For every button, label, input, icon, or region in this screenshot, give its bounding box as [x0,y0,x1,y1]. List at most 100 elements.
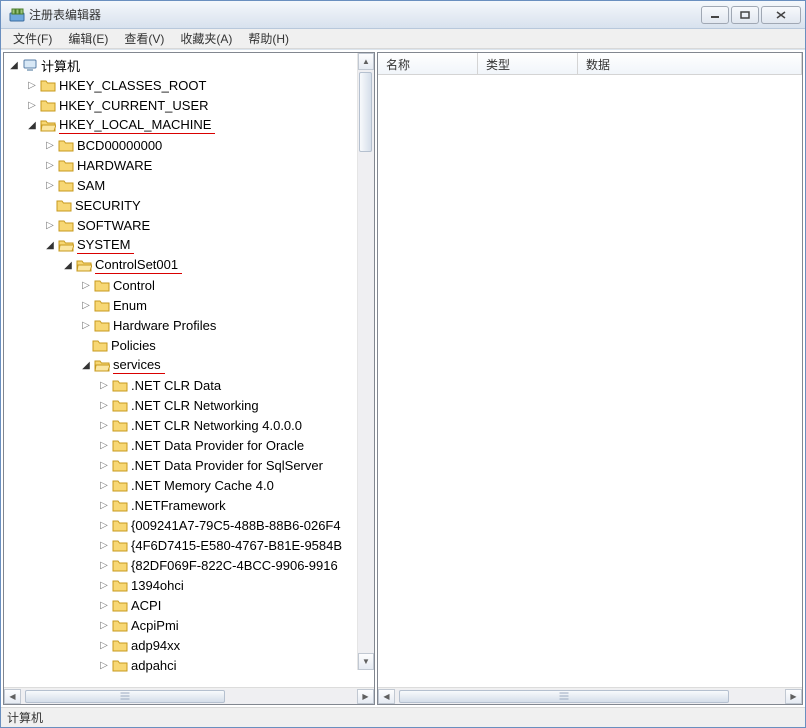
expander-icon[interactable]: ▷ [80,279,92,291]
menu-edit[interactable]: 编辑(E) [60,28,116,49]
expander-icon[interactable]: ▷ [98,659,110,671]
menu-view[interactable]: 查看(V) [116,28,172,49]
tree-node-hkcr[interactable]: ▷ HKEY_CLASSES_ROOT [4,75,357,95]
expander-icon[interactable]: ◢ [80,359,92,371]
tree-label: SOFTWARE [77,217,150,234]
tree-node-controlset001[interactable]: ◢ ControlSet001 [4,255,357,275]
tree-node-service[interactable]: ▷.NET Data Provider for SqlServer [4,455,357,475]
expander-icon[interactable]: ▷ [98,419,110,431]
tree-node-hwprofiles[interactable]: ▷ Hardware Profiles [4,315,357,335]
tree-node-hklm[interactable]: ◢ HKEY_LOCAL_MACHINE [4,115,357,135]
expander-icon[interactable]: ◢ [62,259,74,271]
expander-icon[interactable]: ▷ [98,599,110,611]
tree-node-service[interactable]: ▷{4F6D7415-E580-4767-B81E-9584B [4,535,357,555]
folder-icon [112,417,128,433]
tree-node-sam[interactable]: ▷ SAM [4,175,357,195]
menu-favorites[interactable]: 收藏夹(A) [172,28,240,49]
expander-icon[interactable]: ▷ [80,299,92,311]
expander-icon[interactable]: ▷ [80,319,92,331]
expander-icon[interactable]: ▷ [44,219,56,231]
expander-icon[interactable]: ▷ [98,639,110,651]
expander-icon[interactable]: ◢ [8,59,20,71]
tree-node-service[interactable]: ▷.NET CLR Data [4,375,357,395]
scroll-left-arrow[interactable]: ◀ [378,689,395,704]
minimize-button[interactable] [701,6,729,24]
expander-icon[interactable]: ▷ [44,159,56,171]
expander-icon[interactable]: ▷ [98,379,110,391]
expander-icon[interactable]: ▷ [98,619,110,631]
list-body[interactable] [378,75,802,687]
tree-node-service[interactable]: ▷ .NET CLR Networking 4.0.0.0 [4,415,357,435]
tree-node-service[interactable]: ▷ACPI [4,595,357,615]
registry-tree[interactable]: ◢ 计算机 ▷ HKEY_CLASSES_ROOT ▷ HKEY_CURRENT… [4,55,374,675]
tree-node-software[interactable]: ▷ SOFTWARE [4,215,357,235]
folder-icon [94,317,110,333]
folder-icon [58,177,74,193]
tree-node-service[interactable]: ▷{009241A7-79C5-488B-88B6-026F4 [4,515,357,535]
tree-node-service[interactable]: ▷ .NETFramework [4,495,357,515]
tree-node-hkcu[interactable]: ▷ HKEY_CURRENT_USER [4,95,357,115]
tree-label: .NETFramework [131,497,226,514]
expander-icon[interactable]: ▷ [44,179,56,191]
expander-icon[interactable]: ▷ [98,399,110,411]
expander-icon[interactable]: ▷ [98,439,110,451]
tree-label: adpahci [131,657,177,674]
tree-node-services[interactable]: ◢ services [4,355,357,375]
tree-node-control[interactable]: ▷ Control [4,275,357,295]
expander-icon[interactable]: ▷ [26,79,38,91]
scroll-thumb-vertical[interactable] [359,72,372,152]
menu-help[interactable]: 帮助(H) [240,28,297,49]
close-button[interactable] [761,6,801,24]
tree-node-system[interactable]: ◢ SYSTEM [4,235,357,255]
scroll-down-arrow[interactable]: ▼ [358,653,374,670]
scroll-left-arrow[interactable]: ◀ [4,689,21,704]
tree-node-hardware[interactable]: ▷ HARDWARE [4,155,357,175]
column-header-data[interactable]: 数据 [578,53,802,74]
expander-icon[interactable]: ◢ [26,119,38,131]
expander-icon[interactable]: ▷ [98,539,110,551]
expander-icon[interactable]: ▷ [26,99,38,111]
tree-node-service[interactable]: ▷{82DF069F-822C-4BCC-9906-9916 [4,555,357,575]
folder-icon [112,657,128,673]
folder-open-icon [94,357,110,373]
tree-node-bcd[interactable]: ▷ BCD00000000 [4,135,357,155]
tree-vertical-scrollbar[interactable]: ▲ ▼ [357,53,374,670]
expander-icon[interactable]: ▷ [98,579,110,591]
scroll-thumb-horizontal[interactable] [25,690,225,703]
tree-node-service[interactable]: ▷1394ohci [4,575,357,595]
tree-node-policies[interactable]: Policies [4,335,357,355]
tree-node-enum[interactable]: ▷ Enum [4,295,357,315]
expander-icon[interactable]: ▷ [98,559,110,571]
tree-node-service[interactable]: ▷.NET Memory Cache 4.0 [4,475,357,495]
expander-icon[interactable]: ▷ [44,139,56,151]
tree-label: HKEY_CLASSES_ROOT [59,77,206,94]
column-header-type[interactable]: 类型 [478,53,578,74]
tree-node-service[interactable]: ▷ adpahci [4,655,357,675]
tree-label: adp94xx [131,637,180,654]
tree-node-service[interactable]: ▷.NET Data Provider for Oracle [4,435,357,455]
expander-icon[interactable]: ▷ [98,499,110,511]
scroll-right-arrow[interactable]: ▶ [785,689,802,704]
maximize-button[interactable] [731,6,759,24]
folder-icon [112,617,128,633]
expander-icon[interactable]: ▷ [98,519,110,531]
expander-icon[interactable]: ◢ [44,239,56,251]
tree-node-security[interactable]: SECURITY [4,195,357,215]
titlebar: 注册表编辑器 [1,1,805,29]
tree-horizontal-scrollbar[interactable]: ◀ ▶ [4,687,374,704]
tree-node-service[interactable]: ▷AcpiPmi [4,615,357,635]
expander-icon[interactable]: ▷ [98,479,110,491]
expander-icon[interactable]: ▷ [98,459,110,471]
scroll-right-arrow[interactable]: ▶ [357,689,374,704]
tree-node-computer[interactable]: ◢ 计算机 [4,55,357,75]
tree-node-service[interactable]: ▷ adp94xx [4,635,357,655]
menu-file[interactable]: 文件(F) [5,28,60,49]
list-horizontal-scrollbar[interactable]: ◀ ▶ [378,687,802,704]
tree-node-service[interactable]: ▷.NET CLR Networking [4,395,357,415]
tree-label: .NET CLR Networking 4.0.0.0 [131,417,302,434]
list-pane: 名称 类型 数据 ◀ ▶ [377,52,803,705]
scroll-thumb-horizontal[interactable] [399,690,729,703]
scroll-up-arrow[interactable]: ▲ [358,53,374,70]
folder-icon [112,457,128,473]
column-header-name[interactable]: 名称 [378,53,478,74]
